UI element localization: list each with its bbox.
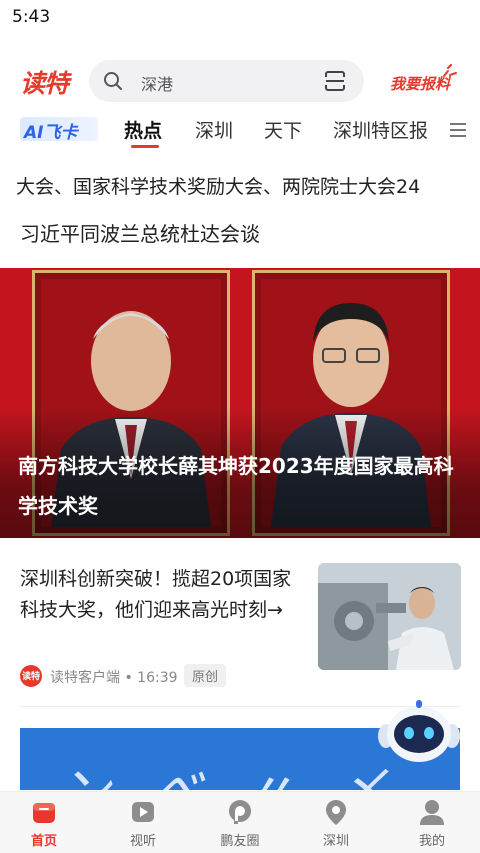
hero-news-card[interactable]: 南方科技大学校长薛其坤获2023年度国家最高科学技术奖 [0,268,480,538]
app-logo[interactable]: 读特 [20,64,69,100]
search-bar[interactable]: 深港 [89,60,364,102]
nav-video[interactable]: 视听 [113,796,173,850]
tab-shenzhen[interactable]: 深圳 [195,116,233,143]
article-meta: 读特 读特客户端 • 16:39 原创 [20,664,300,688]
status-bar: 5:43 [0,0,480,36]
location-icon [326,800,346,825]
list-item[interactable]: 深圳科创新突破！揽超20项国家科技大奖，他们迎来高光时刻→ 读特 读特客户端 •… [0,540,480,700]
nav-shenzhen[interactable]: 深圳 [306,796,366,850]
nav-label-shenzhen: 深圳 [322,834,349,849]
search-icon [104,72,122,90]
top-headline[interactable]: 习近平同波兰总统杜达会谈 [20,218,260,247]
news-ticker[interactable]: 大会、国家科学技术奖励大会、两院院士大会24 [16,172,480,202]
tab-hot[interactable]: 热点 [124,116,162,143]
search-placeholder: 深港 [141,75,174,94]
nav-community[interactable]: 鹏友圈 [210,796,270,850]
nav-label-community: 鹏友圈 [220,834,260,849]
status-time: 5:43 [12,7,51,27]
nav-profile[interactable]: 我的 [402,796,462,850]
source-logo-icon: 读特 [20,665,42,687]
home-icon [33,803,55,823]
banner-calligraphy: ンベ〃〆 [56,748,424,790]
nav-label-video: 视听 [129,834,156,849]
video-icon [132,802,154,822]
report-label: 我要报料 [390,75,451,93]
profile-icon [420,800,444,825]
original-badge: 原创 [184,664,227,687]
article-thumbnail [318,563,461,670]
spark-icon [443,64,457,77]
channel-tabs: AI飞卡 热点 深圳 天下 深圳特区报 [0,112,480,152]
scan-icon[interactable] [324,71,346,91]
report-news-button[interactable]: 我要报料 [386,62,458,102]
hero-caption: 南方科技大学校长薛其坤获2023年度国家最高科学技术奖 [18,454,454,518]
nav-home[interactable]: 首页 [14,796,74,850]
article-source: 读特客户端 • 16:39 [50,670,178,686]
robot-assistant-icon[interactable] [376,700,462,768]
article-title: 深圳科创新突破！揽超20项国家科技大奖，他们迎来高光时刻→ [20,568,292,621]
active-tab-indicator [131,145,159,148]
source-logo-text: 读特 [22,672,41,682]
menu-icon[interactable] [450,123,466,137]
community-icon [229,800,251,824]
nav-label-profile: 我的 [418,834,445,849]
tab-sz-special-zone-daily[interactable]: 深圳特区报 [333,116,428,143]
ai-card-label: AI飞卡 [24,123,78,143]
bottom-nav: 首页 视听 鹏友圈 深圳 我的 [0,791,480,853]
tab-world[interactable]: 天下 [264,116,302,143]
nav-label-home: 首页 [30,834,57,849]
app-header: 读特 深港 我要报料 [0,52,480,110]
ai-card-tab[interactable]: AI飞卡 [20,117,98,143]
